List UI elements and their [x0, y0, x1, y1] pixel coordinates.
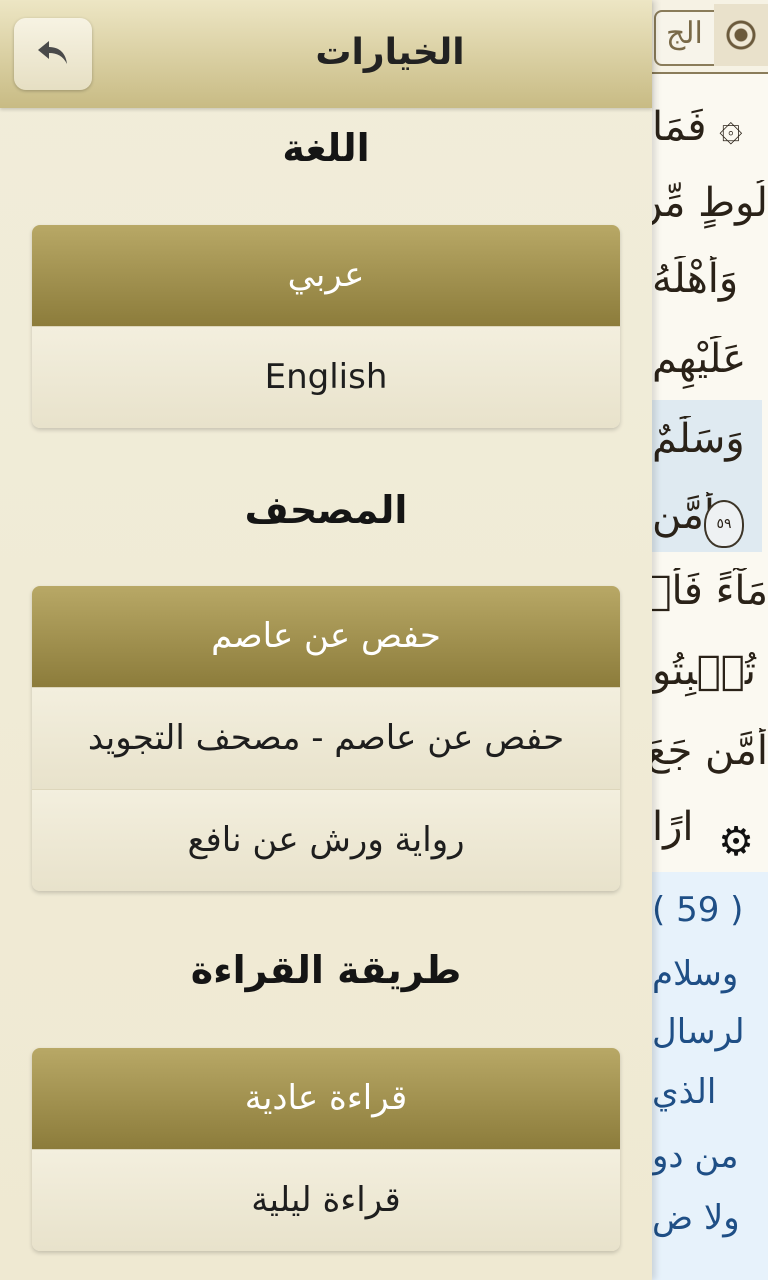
quran-line: وَأَهْلَهُ	[652, 256, 739, 302]
rosette-ornament-icon	[714, 4, 768, 66]
reading-mode-option-normal[interactable]: قراءة عادية	[32, 1048, 620, 1149]
mushaf-option-hafs-tajweed[interactable]: حفص عن عاصم - مصحف التجويد	[32, 687, 620, 789]
quran-line: عَلَيْهِم	[652, 336, 747, 382]
reading-mode-options: قراءة عادية قراءة ليلية	[32, 1048, 620, 1251]
tafsir-line: من دو	[652, 1136, 739, 1176]
tafsir-line: وسلام	[652, 954, 739, 994]
quran-page-background: الج ۞ فَمَا لُوطٍ مِّن وَأَهْلَهُ عَلَيْ…	[652, 0, 768, 1280]
mushaf-section-title: المصحف	[244, 488, 408, 532]
surah-header-text: الج	[666, 16, 703, 51]
reading-mode-option-night[interactable]: قراءة ليلية	[32, 1149, 620, 1251]
gear-icon[interactable]: ⚙	[712, 818, 760, 866]
back-arrow-icon	[38, 41, 67, 64]
language-option-english[interactable]: English	[32, 326, 620, 428]
quran-line: أَمَّن جَعَ	[652, 728, 768, 774]
language-section-title: اللغة	[282, 126, 370, 170]
mushaf-option-hafs[interactable]: حفص عن عاصم	[32, 586, 620, 687]
language-option-arabic[interactable]: عربي	[32, 225, 620, 326]
back-button[interactable]	[14, 18, 92, 90]
settings-header: الخيارات	[0, 0, 652, 108]
quran-line: مَآءً فَأَنۢ	[652, 568, 768, 614]
tafsir-line: ( 59 )	[652, 890, 744, 930]
language-options: عربي English	[32, 225, 620, 428]
tafsir-line: ولا ض	[652, 1198, 740, 1238]
quran-line: وَسَلَٰمٌ	[652, 416, 745, 462]
reading-mode-section-title: طريقة القراءة	[190, 948, 462, 992]
page-title: الخيارات	[315, 32, 465, 73]
tafsir-line: الذي	[652, 1072, 717, 1112]
mushaf-options: حفص عن عاصم حفص عن عاصم - مصحف التجويد ر…	[32, 586, 620, 891]
quran-line: لُوطٍ مِّن	[652, 180, 768, 226]
tafsir-line: لرسال	[652, 1012, 745, 1052]
tafsir-panel: ( 59 ) وسلام لرسال الذي من دو ولا ض	[652, 872, 768, 1280]
settings-panel: الخيارات اللغة عربي English المصحف حفص ع…	[0, 0, 652, 1280]
surah-header-ornament: الج	[652, 0, 768, 74]
ayah-number-marker: ٥٩	[704, 500, 744, 548]
quran-line: تُنۢبِتُو	[652, 648, 756, 694]
quran-line: ۞ فَمَا	[652, 104, 743, 150]
mushaf-option-warsh[interactable]: رواية ورش عن نافع	[32, 789, 620, 891]
